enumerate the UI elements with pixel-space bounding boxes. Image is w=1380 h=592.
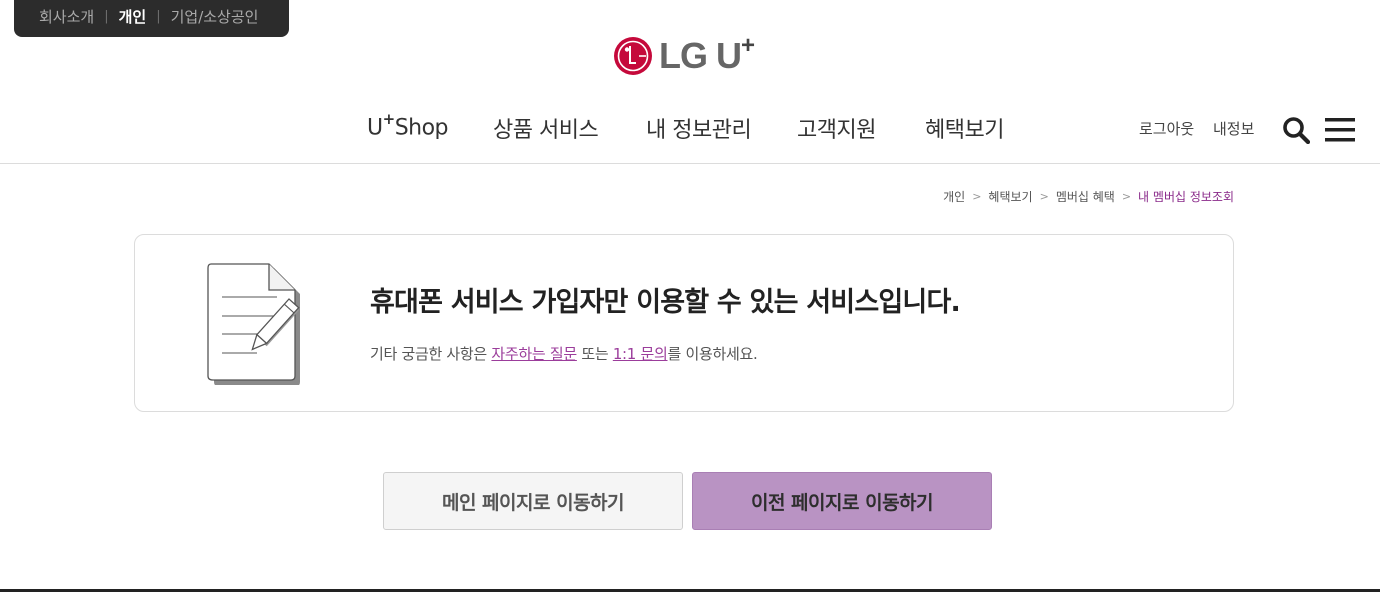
gnb-item-benefits[interactable]: 혜택보기 — [925, 112, 1004, 144]
gnb-item-my-info[interactable]: 내 정보관리 — [646, 112, 752, 144]
segment-tab-company[interactable]: 회사소개 — [39, 6, 94, 27]
breadcrumb-item[interactable]: 혜택보기 — [988, 188, 1032, 205]
gnb-item-ushop[interactable]: U+Shop — [367, 110, 449, 140]
chevron-right-icon: > — [1039, 190, 1049, 203]
segment-separator: | — [156, 9, 161, 24]
breadcrumb-current: 내 멤버십 정보조회 — [1138, 190, 1234, 204]
breadcrumb: 개인 > 혜택보기 > 멤버십 혜택 > 내 멤버십 정보조회 — [943, 188, 1234, 205]
gnb-item-products[interactable]: 상품 서비스 — [493, 112, 599, 144]
qna-link[interactable]: 1:1 문의 — [613, 345, 668, 363]
lg-uplus-logo[interactable]: LG U + — [613, 32, 755, 76]
chevron-right-icon: > — [972, 190, 982, 203]
hamburger-menu-icon[interactable] — [1325, 118, 1355, 146]
notice-box: 휴대폰 서비스 가입자만 이용할 수 있는 서비스입니다. 기타 궁금한 사항은… — [134, 234, 1234, 412]
chevron-right-icon: > — [1121, 190, 1132, 203]
logo-text: LG U + — [659, 32, 755, 76]
document-pencil-icon — [205, 261, 329, 389]
breadcrumb-item[interactable]: 멤버십 혜택 — [1056, 188, 1115, 205]
notice-title: 휴대폰 서비스 가입자만 이용할 수 있는 서비스입니다. — [370, 287, 961, 318]
go-main-page-button[interactable]: 메인 페이지로 이동하기 — [383, 472, 683, 530]
segment-tab-personal[interactable]: 개인 — [119, 6, 147, 27]
segment-separator: | — [104, 9, 109, 24]
notice-description: 기타 궁금한 사항은 자주하는 질문 또는 1:1 문의를 이용하세요. — [370, 345, 758, 363]
segment-tabs: 회사소개 | 개인 | 기업/소상공인 — [14, 0, 289, 37]
lg-face-icon — [614, 37, 652, 75]
go-previous-page-button[interactable]: 이전 페이지로 이동하기 — [692, 472, 992, 530]
breadcrumb-item[interactable]: 개인 — [943, 188, 965, 205]
search-icon[interactable] — [1282, 116, 1311, 148]
logout-link[interactable]: 로그아웃 — [1139, 118, 1194, 139]
faq-link[interactable]: 자주하는 질문 — [491, 345, 577, 363]
my-info-link[interactable]: 내정보 — [1213, 118, 1254, 139]
segment-tab-business[interactable]: 기업/소상공인 — [171, 6, 259, 27]
gnb-item-support[interactable]: 고객지원 — [797, 112, 876, 144]
header-divider — [0, 163, 1380, 164]
